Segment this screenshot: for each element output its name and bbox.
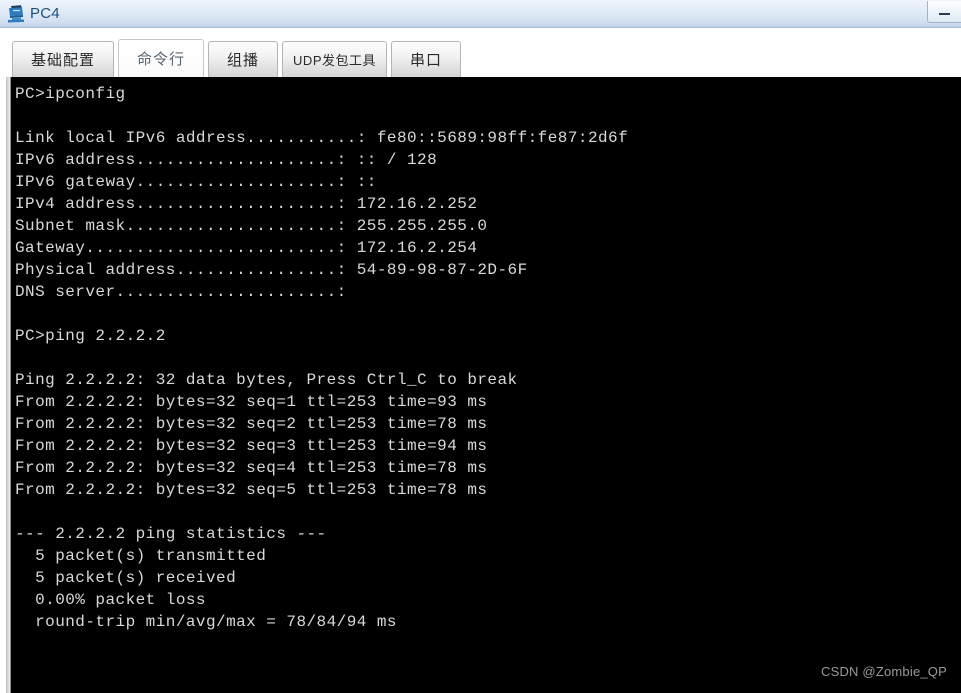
console-line: Ping 2.2.2.2: 32 data bytes, Press Ctrl_… — [15, 371, 518, 389]
console-line: From 2.2.2.2: bytes=32 seq=2 ttl=253 tim… — [15, 415, 488, 433]
console-line: PC>ipconfig — [15, 85, 126, 103]
tab-multicast[interactable]: 组播 — [208, 41, 279, 77]
console-line: From 2.2.2.2: bytes=32 seq=3 ttl=253 tim… — [15, 437, 488, 455]
tab-bar: 基础配置 命令行 组播 UDP发包工具 串口 — [0, 28, 961, 77]
console-line: From 2.2.2.2: bytes=32 seq=1 ttl=253 tim… — [15, 393, 488, 411]
console-line: IPv6 address....................: :: / 1… — [15, 151, 438, 169]
console-line: DNS server......................: — [15, 283, 347, 301]
console-line: PC>ping 2.2.2.2 — [15, 327, 166, 345]
console-line: round-trip min/avg/max = 78/84/94 ms — [15, 613, 397, 631]
console-line: --- 2.2.2.2 ping statistics --- — [15, 525, 327, 543]
tab-udp-tool[interactable]: UDP发包工具 — [282, 41, 387, 77]
console-line: 5 packet(s) received — [15, 569, 237, 587]
window-titlebar: PC4 — [0, 0, 961, 28]
console-line: 0.00% packet loss — [15, 591, 206, 609]
console-line: From 2.2.2.2: bytes=32 seq=5 ttl=253 tim… — [15, 481, 488, 499]
console-line: Physical address................: 54-89-… — [15, 261, 528, 279]
console-line: Subnet mask.....................: 255.25… — [15, 217, 488, 235]
tab-basic-config[interactable]: 基础配置 — [12, 41, 115, 77]
console-line: Gateway.........................: 172.16… — [15, 239, 478, 257]
console-line: IPv6 gateway....................: :: — [15, 173, 377, 191]
console-line: From 2.2.2.2: bytes=32 seq=4 ttl=253 tim… — [15, 459, 488, 477]
window-controls — [927, 0, 961, 26]
pc-monitor-icon — [8, 4, 24, 22]
window-title: PC4 — [30, 4, 60, 22]
console-line: 5 packet(s) transmitted — [15, 547, 267, 565]
pc-console-window: PC4 基础配置 命令行 组播 UDP发包工具 串口 PC>ipconfig Link l… — [0, 0, 961, 693]
minimize-button[interactable] — [927, 1, 961, 23]
console-line: IPv4 address....................: 172.16… — [15, 195, 478, 213]
minimize-icon — [939, 13, 950, 15]
console-area: PC>ipconfig Link local IPv6 address......… — [0, 77, 961, 693]
tab-serial-port[interactable]: 串口 — [391, 41, 462, 77]
tab-command-line[interactable]: 命令行 — [118, 39, 205, 77]
console-line: Link local IPv6 address...........: fe80… — [15, 129, 629, 147]
console-output[interactable]: PC>ipconfig Link local IPv6 address......… — [11, 77, 961, 693]
